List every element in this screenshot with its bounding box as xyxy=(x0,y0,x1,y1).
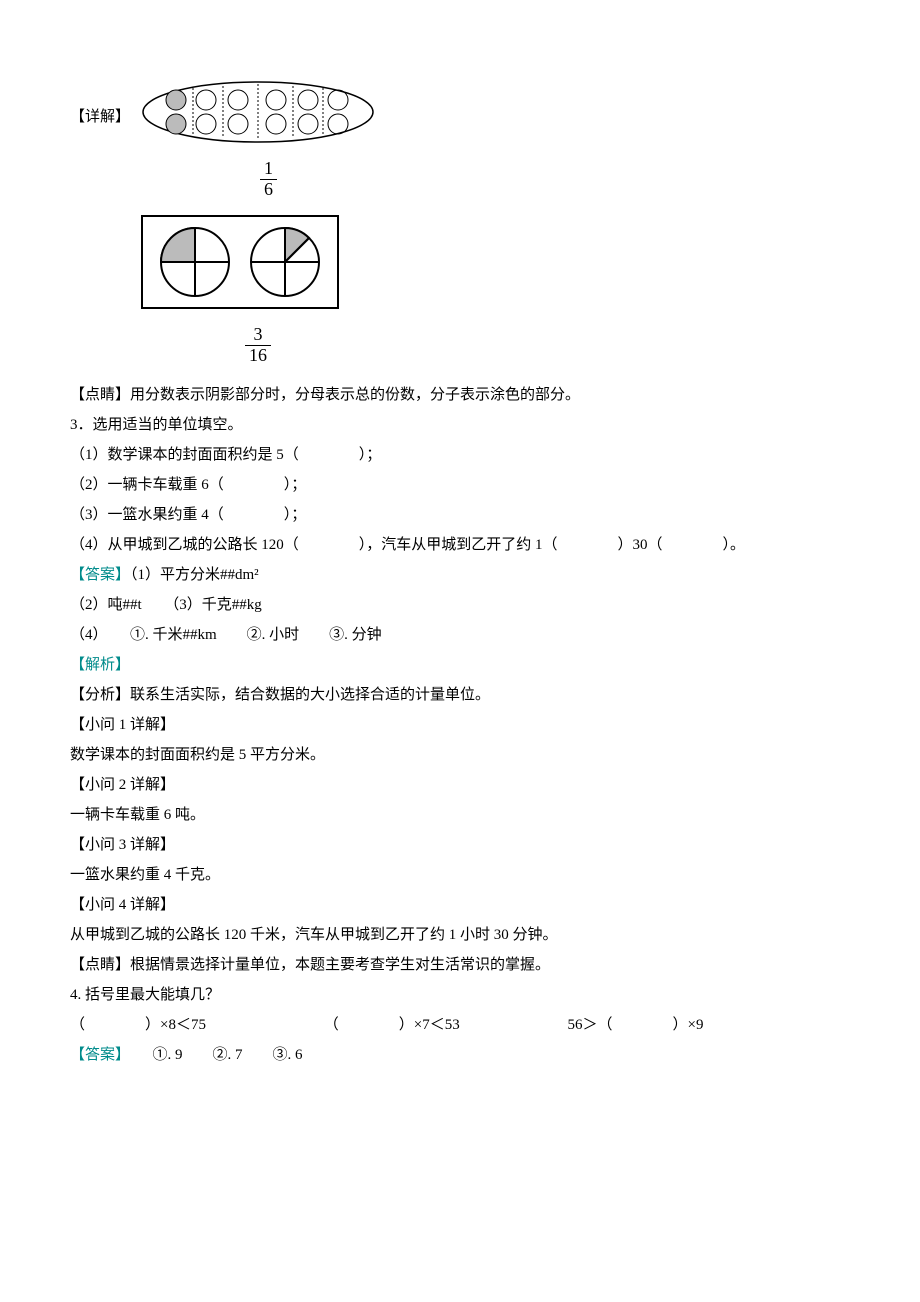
q3-item2: （2）一辆卡车载重 6（ ）； xyxy=(70,470,850,500)
q3-ans4: （4） ①. 千米##km ②. 小时 ③. 分钟 xyxy=(70,620,850,650)
fraction1-numerator: 1 xyxy=(260,159,277,180)
q4-answer-line: 【答案】 ①. 9 ②. 7 ③. 6 xyxy=(70,1040,850,1070)
q3-sub3-text: 一篮水果约重 4 千克。 xyxy=(70,860,850,890)
fraction2-numerator: 3 xyxy=(245,325,271,346)
q3-jiexi-label: 【解析】 xyxy=(70,650,850,680)
q3-item4: （4）从甲城到乙城的公路长 120（ ），汽车从甲城到乙开了约 1（ ）30（ … xyxy=(70,530,850,560)
q3-dianjing: 【点睛】根据情景选择计量单位，本题主要考查学生对生活常识的掌握。 xyxy=(70,950,850,980)
q3-ans3: （3）千克##kg xyxy=(172,597,262,613)
fraction-1: 1 6 xyxy=(70,159,850,206)
answer-label: 【答案】 xyxy=(70,1047,123,1063)
q2-dianjing: 【点睛】用分数表示阴影部分时，分母表示总的份数，分子表示涂色的部分。 xyxy=(70,380,850,410)
q3-sub1-text: 数学课本的封面面积约是 5 平方分米。 xyxy=(70,740,850,770)
q3-item1: （1）数学课本的封面面积约是 5（ ）； xyxy=(70,440,850,470)
q3-ans1: （1）平方分米##dm² xyxy=(130,567,259,583)
q3-answer-line2: （2）吨##t （3）千克##kg xyxy=(70,590,850,620)
oval-circles-diagram xyxy=(138,80,378,144)
q3-title: 3．选用适当的单位填空。 xyxy=(70,410,850,440)
q3-answer-line1: 【答案】（1）平方分米##dm² xyxy=(70,560,850,590)
q4-expr3: 56＞（ ）×9 xyxy=(568,1010,704,1040)
q3-fenxi: 【分析】联系生活实际，结合数据的大小选择合适的计量单位。 xyxy=(70,680,850,710)
two-circles-box-diagram xyxy=(140,214,340,310)
q3-sub2-text: 一辆卡车载重 6 吨。 xyxy=(70,800,850,830)
fraction1-denominator: 6 xyxy=(260,180,277,200)
q3-ans2: （2）吨##t xyxy=(70,597,142,613)
fraction2-denominator: 16 xyxy=(245,346,271,366)
answer-label: 【答案】 xyxy=(70,567,130,583)
detail-label: 【详解】 xyxy=(70,109,130,125)
q4-expressions: （ ）×8＜75 （ ）×7＜53 56＞（ ）×9 xyxy=(70,1010,850,1040)
q3-item3: （3）一篮水果约重 4（ ）； xyxy=(70,500,850,530)
q3-sub4-label: 【小问 4 详解】 xyxy=(70,890,850,920)
fraction-2: 3 16 xyxy=(70,325,850,372)
q3-sub2-label: 【小问 2 详解】 xyxy=(70,770,850,800)
q3-sub4-text: 从甲城到乙城的公路长 120 千米，汽车从甲城到乙开了约 1 小时 30 分钟。 xyxy=(70,920,850,950)
q4-expr2: （ ）×7＜53 xyxy=(324,1010,564,1040)
q3-sub1-label: 【小问 1 详解】 xyxy=(70,710,850,740)
q4-title: 4. 括号里最大能填几？ xyxy=(70,980,850,1010)
q3-sub3-label: 【小问 3 详解】 xyxy=(70,830,850,860)
q2-detail-line: 【详解】 xyxy=(70,80,850,155)
q4-expr1: （ ）×8＜75 xyxy=(70,1010,320,1040)
q4-ans: ①. 9 ②. 7 ③. 6 xyxy=(123,1047,303,1063)
